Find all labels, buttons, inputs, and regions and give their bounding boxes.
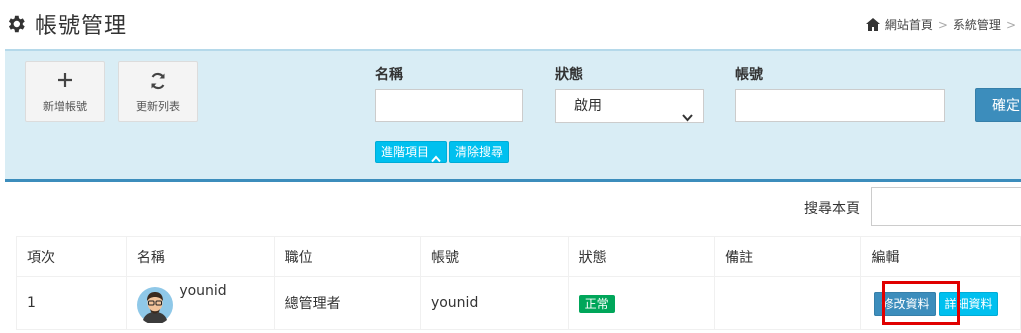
header-index[interactable]: 項次 (16, 236, 127, 277)
gear-icon (5, 13, 27, 35)
cell-account: younid (419, 276, 569, 330)
table-row: 1 younid 總管理者 younid 正常 修改資料 詳細資料 (16, 276, 1021, 330)
add-account-label: 新增帳號 (43, 100, 87, 113)
header-note[interactable]: 備註 (714, 236, 862, 277)
breadcrumb: 網站首頁 > 系統管理 > (865, 16, 1021, 33)
header-position[interactable]: 職位 (273, 236, 421, 277)
status-select-value: 啟用 (574, 98, 602, 114)
search-panel: 新增帳號 更新列表 名稱 狀態 啟用 帳號 確定 進階項目 清除搜尋 (5, 49, 1021, 182)
cell-index: 1 (16, 276, 127, 330)
page-header: 帳號管理 網站首頁 > 系統管理 > (0, 0, 1021, 48)
table-header-row: 項次 名稱 職位 帳號 狀態 備註 編輯 (16, 236, 1021, 277)
home-icon[interactable] (865, 18, 880, 31)
breadcrumb-system[interactable]: 系統管理 (953, 16, 1001, 33)
cell-status: 正常 (567, 276, 716, 330)
header-account[interactable]: 帳號 (419, 236, 569, 277)
status-field-label: 狀態 (555, 67, 583, 83)
status-badge: 正常 (578, 294, 615, 313)
plus-icon (26, 71, 104, 97)
header-edit: 編輯 (860, 236, 1021, 277)
breadcrumb-home[interactable]: 網站首頁 (885, 16, 933, 33)
refresh-list-label: 更新列表 (136, 100, 180, 113)
name-field-label: 名稱 (375, 67, 403, 83)
avatar (136, 287, 173, 325)
status-select[interactable]: 啟用 (555, 89, 704, 123)
page-search-label: 搜尋本頁 (804, 201, 860, 217)
clear-search-button[interactable]: 清除搜尋 (449, 141, 510, 163)
account-input[interactable] (735, 89, 945, 122)
advanced-options-button[interactable]: 進階項目 (375, 141, 448, 163)
cell-note (714, 276, 862, 330)
chevron-down-icon (682, 102, 693, 122)
advanced-options-label: 進階項目 (381, 145, 430, 159)
cell-name: younid (125, 276, 275, 330)
breadcrumb-separator: > (937, 17, 948, 32)
cell-name-text: younid (179, 283, 227, 299)
chevron-up-icon (431, 149, 441, 162)
refresh-icon (119, 71, 197, 97)
page-search-input[interactable] (871, 187, 1021, 226)
cell-position: 總管理者 (273, 276, 421, 330)
name-input[interactable] (375, 89, 523, 122)
confirm-button[interactable]: 確定 (975, 88, 1021, 122)
page-title: 帳號管理 (35, 14, 128, 39)
account-field-label: 帳號 (735, 67, 763, 83)
account-table: 項次 名稱 職位 帳號 狀態 備註 編輯 1 younid 總管理者 youni… (16, 236, 1021, 330)
title-wrap: 帳號管理 (5, 8, 127, 40)
add-account-button[interactable]: 新增帳號 (25, 61, 105, 122)
header-status[interactable]: 狀態 (567, 236, 716, 277)
header-name[interactable]: 名稱 (125, 236, 275, 277)
refresh-list-button[interactable]: 更新列表 (118, 61, 198, 122)
highlight-box (882, 281, 960, 325)
breadcrumb-separator: > (1005, 17, 1016, 32)
